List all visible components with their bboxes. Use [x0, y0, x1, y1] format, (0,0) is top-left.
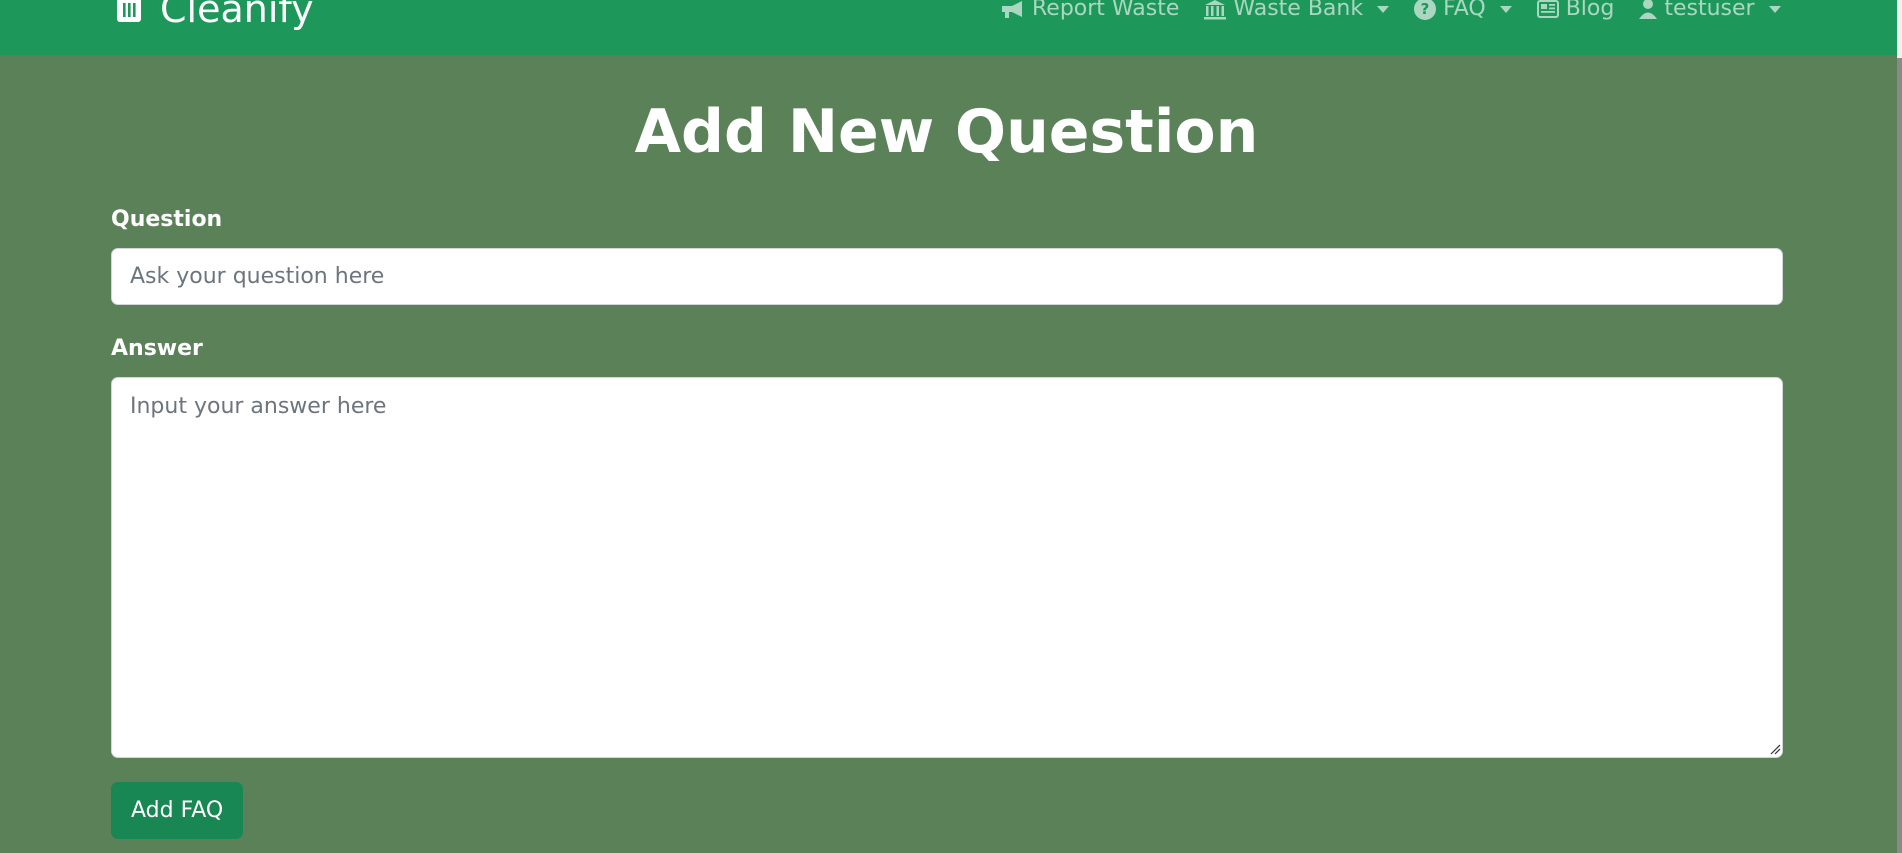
- brand-name: Cleanify: [160, 0, 314, 31]
- nav-item-user[interactable]: testuser: [1638, 0, 1781, 24]
- nav-item-label: FAQ: [1443, 0, 1486, 21]
- nav-item-label: Waste Bank: [1233, 0, 1364, 21]
- question-label: Question: [111, 207, 223, 232]
- scrollbar-thumb[interactable]: [1897, 58, 1902, 853]
- add-faq-button[interactable]: Add FAQ: [111, 782, 244, 839]
- nav-item-faq[interactable]: ? FAQ: [1413, 0, 1512, 24]
- megaphone-icon: [1002, 1, 1022, 18]
- person-icon: [1639, 0, 1658, 19]
- chevron-down-icon: [1377, 5, 1390, 13]
- svg-text:?: ?: [1421, 0, 1430, 18]
- nav-item-label: Blog: [1565, 0, 1615, 21]
- question-input[interactable]: [111, 248, 1783, 305]
- answer-label: Answer: [111, 336, 203, 361]
- page-title: Add New Question: [634, 97, 1259, 167]
- page: Cleanify Report Waste Waste Bank ? FAQ B…: [0, 0, 1902, 853]
- brand-link[interactable]: Cleanify: [114, 0, 314, 32]
- nav-item-label: testuser: [1664, 0, 1755, 21]
- nav-item-waste-bank[interactable]: Waste Bank: [1203, 0, 1390, 24]
- resize-handle-icon[interactable]: [1769, 743, 1781, 755]
- nav-item-report-waste[interactable]: Report Waste: [1000, 0, 1179, 24]
- scrollbar[interactable]: [1897, 0, 1902, 853]
- bank-icon: [1204, 0, 1227, 20]
- chevron-down-icon: [1768, 5, 1781, 13]
- nav-item-blog[interactable]: Blog: [1536, 0, 1615, 24]
- question-circle-icon: ?: [1414, 0, 1437, 20]
- trash-bin-icon: [117, 0, 141, 22]
- navbar: Cleanify Report Waste Waste Bank ? FAQ B…: [0, 0, 1897, 55]
- answer-textarea[interactable]: [111, 377, 1783, 758]
- newspaper-icon: [1536, 0, 1559, 18]
- chevron-down-icon: [1499, 5, 1512, 13]
- nav-item-label: Report Waste: [1032, 0, 1180, 21]
- nav-items: Report Waste Waste Bank ? FAQ Blog testu…: [1000, 0, 1805, 24]
